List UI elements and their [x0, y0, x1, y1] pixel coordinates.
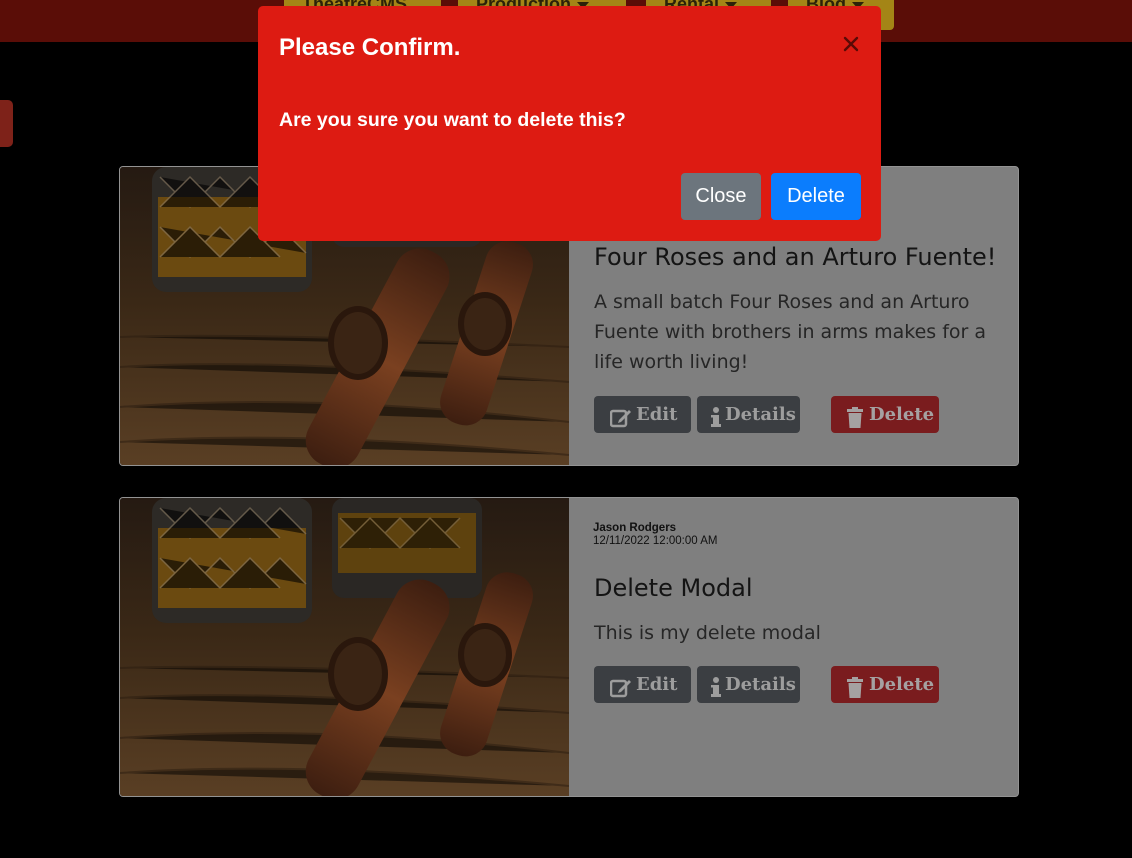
post-title: Four Roses and an Arturo Fuente!	[594, 243, 997, 271]
close-icon[interactable]	[841, 34, 861, 54]
trash-icon	[847, 674, 863, 711]
post-date: 12/11/2022 12:00:00 AM	[593, 535, 718, 547]
post-card-body: Jason Rodgers 12/11/2022 12:00:00 AM Del…	[593, 498, 998, 796]
post-text: This is my delete modal	[594, 622, 821, 644]
details-label: Details	[725, 404, 796, 425]
details-button[interactable]: Details	[697, 666, 800, 703]
edit-button[interactable]: Edit	[594, 396, 691, 433]
modal-title: Please Confirm.	[279, 34, 461, 61]
info-icon	[711, 674, 721, 711]
delete-label: Delete	[869, 404, 935, 425]
delete-button[interactable]: Delete	[831, 396, 939, 433]
delete-button[interactable]: Delete	[831, 666, 939, 703]
trash-icon	[847, 404, 863, 441]
edit-icon	[609, 674, 632, 711]
modal-close-button[interactable]: Close	[681, 173, 761, 220]
details-button[interactable]: Details	[697, 396, 800, 433]
info-icon	[711, 404, 721, 441]
post-title: Delete Modal	[594, 574, 753, 602]
edit-label: Edit	[636, 404, 678, 425]
edit-icon	[609, 404, 632, 441]
edit-label: Edit	[636, 674, 678, 695]
side-tab-button[interactable]	[0, 100, 13, 147]
confirm-modal: Please Confirm. Are you sure you want to…	[258, 6, 881, 241]
edit-button[interactable]: Edit	[594, 666, 691, 703]
delete-label: Delete	[869, 674, 935, 695]
modal-delete-button[interactable]: Delete	[771, 173, 861, 220]
post-author: Jason Rodgers	[593, 522, 677, 534]
post-text: A small batch Four Roses and an Arturo F…	[594, 291, 987, 373]
post-image	[120, 498, 569, 796]
modal-message: Are you sure you want to delete this?	[279, 109, 626, 131]
details-label: Details	[725, 674, 796, 695]
post-card: Jason Rodgers 12/11/2022 12:00:00 AM Del…	[119, 497, 1019, 797]
